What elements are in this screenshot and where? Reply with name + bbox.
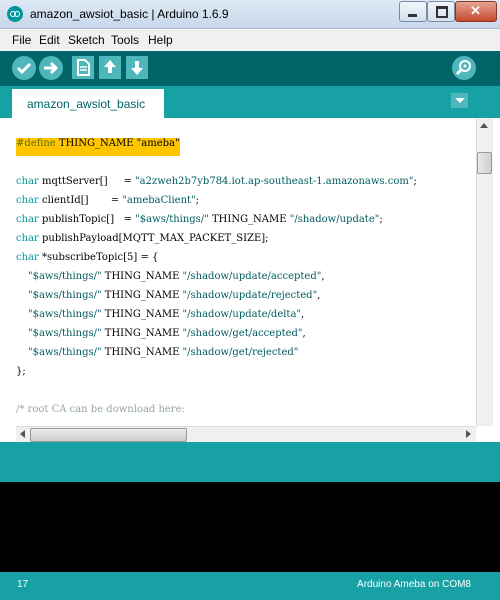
save-button[interactable]	[126, 56, 148, 79]
open-icon	[104, 60, 116, 73]
save-icon	[131, 61, 143, 75]
horizontal-scroll-thumb[interactable]	[30, 428, 187, 442]
vertical-scroll-thumb[interactable]	[477, 152, 492, 174]
menu-help[interactable]: Help	[148, 33, 173, 47]
code-line: /* root CA can be download here:	[16, 404, 185, 415]
menu-file[interactable]: File	[12, 33, 31, 47]
code-line: #define THING_NAME "ameba"	[16, 138, 180, 156]
status-bar: 17 Arduino Ameba on COM8	[0, 572, 500, 600]
code-line: "$aws/things/" THING_NAME "/shadow/updat…	[28, 309, 305, 320]
toolbar	[0, 51, 500, 86]
window-titlebar[interactable]: amazon_awsiot_basic | Arduino 1.6.9	[0, 0, 500, 29]
code-line: char mqttServer[] = "a2zweh2b7yb784.iot.…	[16, 176, 417, 187]
code-line: char publishPayload[MQTT_MAX_PACKET_SIZE…	[16, 233, 269, 244]
code-line: "$aws/things/" THING_NAME "/shadow/updat…	[28, 271, 325, 282]
code-line: char clientId[] = "amebaClient";	[16, 195, 200, 206]
magnifier-icon	[455, 60, 471, 76]
window-title: amazon_awsiot_basic | Arduino 1.6.9	[30, 7, 229, 21]
code-line: char publishTopic[] = "$aws/things/" THI…	[16, 214, 383, 225]
code-line: "$aws/things/" THING_NAME "/shadow/get/r…	[28, 347, 299, 358]
code-editor[interactable]: #define THING_NAME "ameba" char mqttServ…	[0, 118, 476, 426]
code-line: "$aws/things/" THING_NAME "/shadow/get/a…	[28, 328, 306, 339]
console-output[interactable]	[0, 482, 500, 572]
open-button[interactable]	[99, 56, 121, 79]
tab-label: amazon_awsiot_basic	[27, 97, 146, 111]
menu-sketch[interactable]: Sketch	[68, 33, 105, 47]
menu-bar: File Edit Sketch Tools Help	[0, 29, 500, 51]
tab-menu-button[interactable]	[451, 93, 468, 108]
maximize-button[interactable]	[427, 1, 455, 22]
serial-monitor-button[interactable]	[452, 56, 476, 80]
new-icon	[77, 59, 90, 76]
code-line: "$aws/things/" THING_NAME "/shadow/updat…	[28, 290, 321, 301]
tab-strip: amazon_awsiot_basic	[0, 86, 500, 118]
board-port-status: Arduino Ameba on COM8	[357, 579, 471, 590]
code-line: char *subscribeTopic[5] = {	[16, 252, 159, 263]
menu-edit[interactable]: Edit	[39, 33, 60, 47]
scroll-left-icon[interactable]	[20, 430, 25, 438]
message-area	[0, 442, 500, 482]
new-button[interactable]	[72, 56, 94, 79]
line-number: 17	[17, 579, 29, 590]
tab-amazon-awsiot-basic[interactable]: amazon_awsiot_basic	[12, 89, 164, 118]
upload-icon	[44, 61, 59, 75]
verify-button[interactable]	[12, 56, 36, 80]
scroll-right-icon[interactable]	[466, 430, 471, 438]
verify-icon	[16, 62, 32, 75]
scroll-up-icon[interactable]	[480, 123, 488, 128]
upload-button[interactable]	[39, 56, 63, 80]
menu-tools[interactable]: Tools	[111, 33, 139, 47]
minimize-button[interactable]	[399, 1, 427, 22]
arduino-logo-icon	[7, 6, 23, 22]
code-line: };	[16, 366, 26, 377]
close-button[interactable]	[455, 1, 497, 22]
